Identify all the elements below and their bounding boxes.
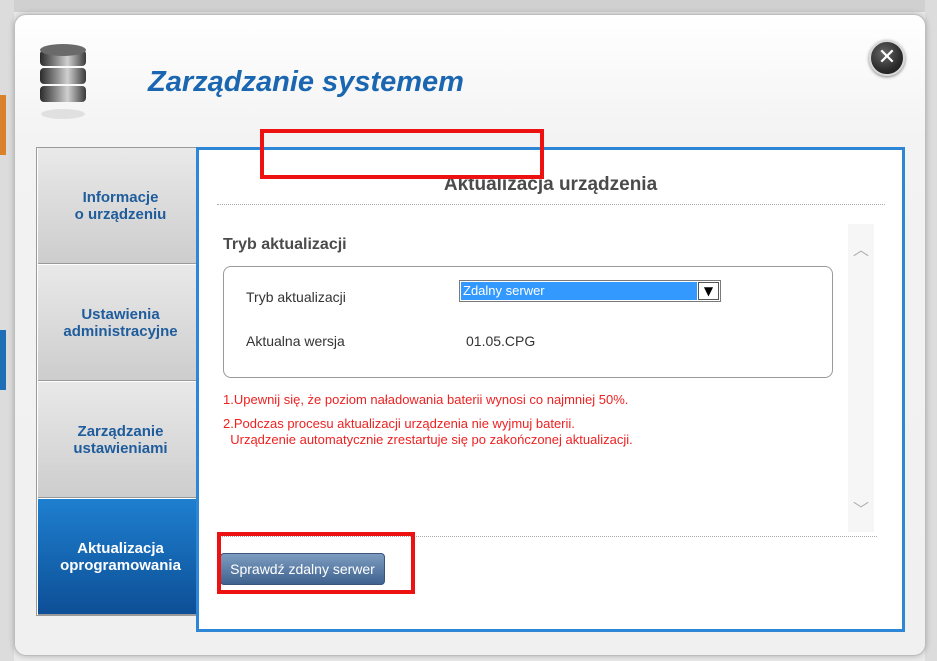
sidebar-item-label: Ustawienia administracyjne bbox=[63, 305, 178, 340]
sidebar-item-label: Aktualizacja oprogramowania bbox=[60, 539, 181, 574]
note-restart: Urządzenie automatycznie zrestartuje się… bbox=[223, 432, 633, 447]
highlight-box bbox=[217, 532, 415, 594]
current-version-label: Aktualna wersja bbox=[246, 333, 345, 349]
chevron-down-icon[interactable]: ▼ bbox=[698, 282, 719, 300]
divider bbox=[217, 204, 885, 205]
scrollbar[interactable]: ︿ ﹀ bbox=[848, 224, 874, 532]
update-settings-box: Tryb aktualizacji Zdalny serwer ▼ Aktual… bbox=[223, 266, 833, 378]
note-battery: 1.Upewnij się, że poziom naładowania bat… bbox=[223, 392, 629, 407]
background-accent-blue bbox=[0, 330, 6, 390]
update-mode-value: Zdalny serwer bbox=[461, 282, 697, 300]
sidebar-item-label: Informacje o urządzeniu bbox=[74, 188, 167, 223]
close-icon[interactable]: ✕ bbox=[869, 40, 905, 76]
background-page-left bbox=[0, 0, 14, 661]
sidebar-item-settings-management[interactable]: Zarządzanie ustawieniami bbox=[38, 382, 203, 498]
dialog-title: Zarządzanie systemem bbox=[148, 66, 464, 98]
chevron-down-icon[interactable]: ﹀ bbox=[848, 496, 874, 520]
background-accent-orange bbox=[0, 95, 6, 155]
sidebar-item-device-info[interactable]: Informacje o urządzeniu bbox=[38, 148, 203, 264]
sidebar-item-admin-settings[interactable]: Ustawienia administracyjne bbox=[38, 265, 203, 381]
current-version-value: 01.05.CPG bbox=[466, 333, 536, 349]
highlight-box bbox=[260, 129, 544, 179]
chevron-up-icon[interactable]: ︿ bbox=[848, 236, 874, 260]
update-mode-label: Tryb aktualizacji bbox=[246, 289, 346, 305]
update-mode-select[interactable]: Zdalny serwer ▼ bbox=[459, 280, 721, 302]
sidebar-item-software-update[interactable]: Aktualizacja oprogramowania bbox=[38, 499, 203, 615]
database-icon bbox=[40, 44, 86, 119]
section-title: Tryb aktualizacji bbox=[223, 236, 347, 253]
note-remove-battery: 2.Podczas procesu aktualizacji urządzeni… bbox=[223, 416, 575, 431]
sidebar-nav: Informacje o urządzeniu Ustawienia admin… bbox=[36, 147, 204, 616]
sidebar-item-label: Zarządzanie ustawieniami bbox=[73, 422, 168, 457]
background-page-right bbox=[925, 0, 937, 661]
background-page-top bbox=[0, 0, 937, 12]
